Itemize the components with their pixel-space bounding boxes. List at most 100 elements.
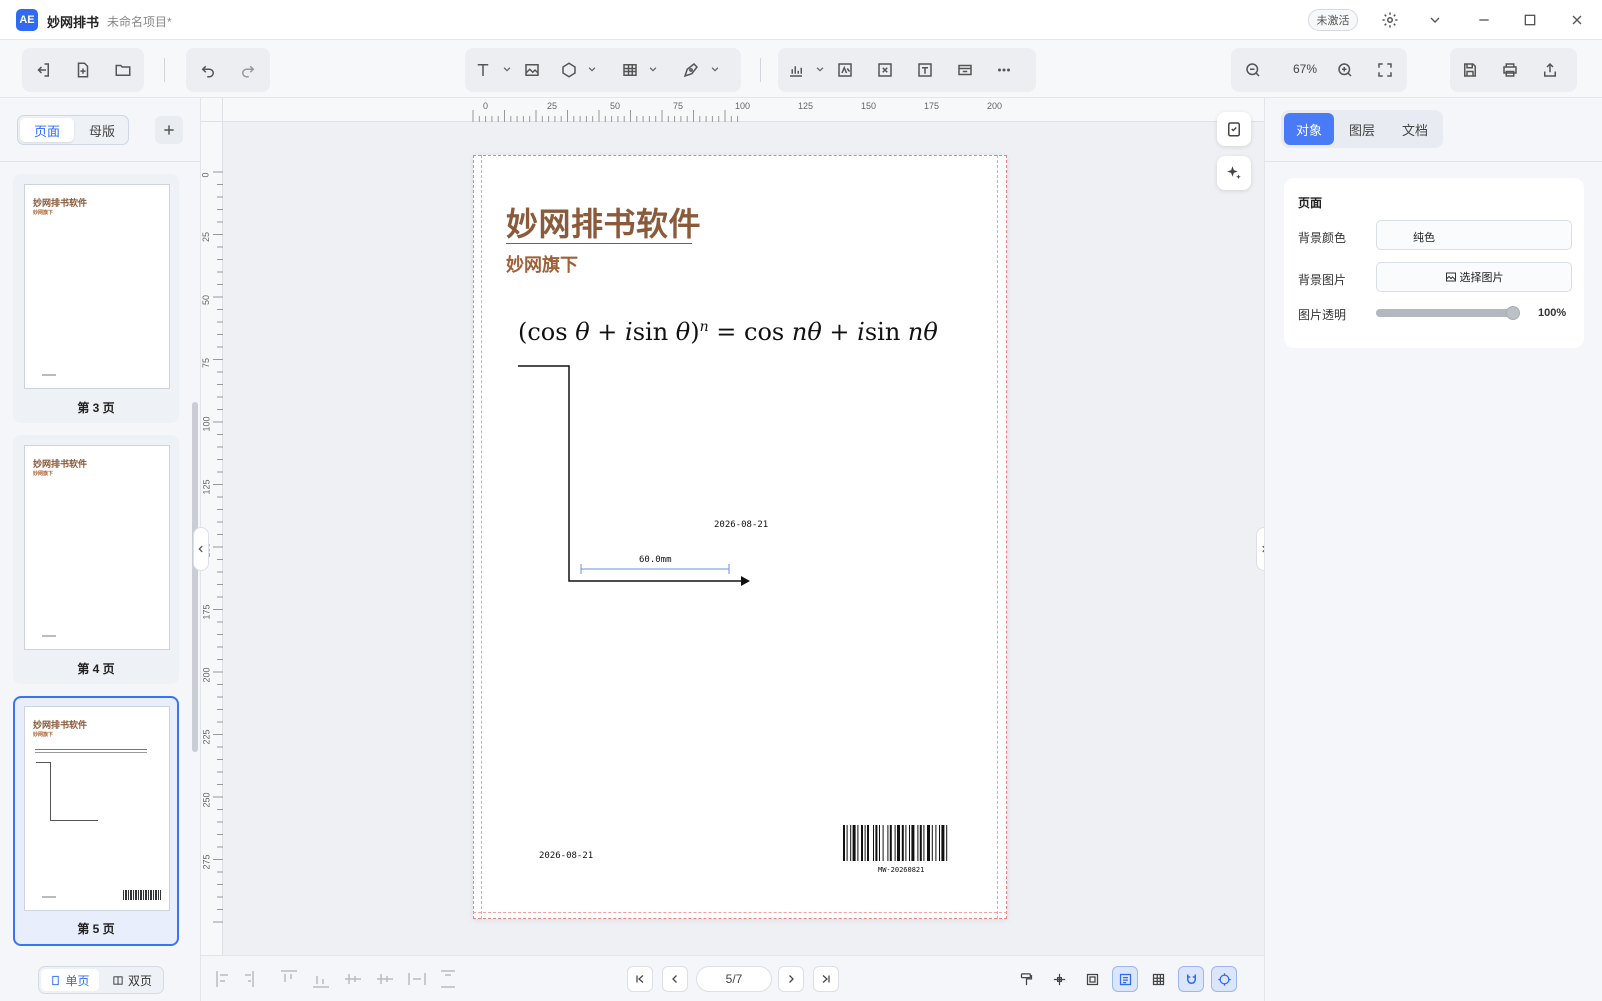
connector-line [518,365,741,582]
page-indicator[interactable]: 5/7 [696,966,772,992]
pen-tool-icon[interactable] [679,58,703,82]
choose-image-button[interactable]: 选择图片 [1376,262,1572,292]
tab-document-label: 文档 [1401,122,1428,138]
view-mode-toggle: 单页 双页 [38,966,164,994]
grid-toggle-button[interactable] [1145,966,1171,992]
page-thumbnail-4[interactable]: 妙网排书软件 妙网旗下 第 4 页 [13,435,179,684]
open-folder-icon[interactable] [111,58,135,82]
dimension-label: 60.0mm [639,555,672,565]
chevron-down-icon[interactable] [587,64,597,74]
chevron-down-icon[interactable] [815,64,825,74]
chart-tool-icon[interactable] [784,58,808,82]
more-icon[interactable] [992,58,1016,82]
section-title: 页面 [1298,196,1323,210]
thumbnail-arrow [50,820,98,821]
page-thumbnail-5[interactable]: 妙网排书软件 妙网旗下 第 5 页 [13,696,179,946]
bg-image-label: 背景图片 [1298,273,1347,287]
guides-toggle-button[interactable] [1112,966,1138,992]
zoom-level[interactable]: 67% [1285,62,1325,76]
check-document-button[interactable] [1217,112,1251,146]
first-page-button[interactable] [627,966,653,992]
grid-icon [1152,973,1164,985]
page-thumbnail-3[interactable]: 妙网排书软件 妙网旗下 第 3 页 [13,174,179,423]
single-page-button[interactable]: 单页 [41,969,99,991]
ruler-label: 100 [201,416,212,432]
plus-icon [164,125,174,135]
print-icon[interactable] [1498,58,1522,82]
textbox-tool-icon[interactable] [913,58,937,82]
chevron-down-icon[interactable] [1427,12,1443,28]
project-name: 未命名项目* [107,15,172,29]
prev-page-button[interactable] [662,966,688,992]
bg-color-select[interactable]: 纯色 [1376,220,1572,250]
barcode-bar [911,825,915,861]
pages-panel: 页面 母版 妙网排书软件 妙网旗下 第 3 页 妙网排书软件 妙网旗下 第 4 … [0,98,201,1001]
collapse-left-panel-button[interactable] [193,527,209,571]
document-page[interactable]: 妙网排书软件 妙网旗下 (cos θ + isin θ)n = cos nθ +… [473,155,1007,919]
settings-gear-icon[interactable] [1381,11,1399,29]
table-tool-icon[interactable] [618,58,642,82]
snap-button[interactable] [1046,966,1072,992]
image-tool-icon[interactable] [520,58,544,82]
redo-icon[interactable] [236,58,260,82]
selection-toggle-button[interactable] [1211,966,1237,992]
editing-canvas[interactable]: 0 25 50 75 100 125 150 175 200 0 25 50 7… [193,98,1272,955]
barcode-bar [857,825,859,861]
bleed-toggle-button[interactable] [1079,966,1105,992]
date-text-box[interactable]: 2026-08-21 [714,520,768,530]
image-icon [1445,272,1456,282]
ruler-label: 225 [201,729,212,745]
barcode-bar [905,825,907,861]
close-icon[interactable] [1569,12,1585,28]
formula-tool-icon[interactable] [833,58,857,82]
ruler-label: 175 [924,101,940,111]
tab-layers[interactable]: 图层 [1337,113,1387,145]
last-page-button[interactable] [813,966,839,992]
ruler-label: 75 [201,357,212,369]
variable-tool-icon[interactable] [873,58,897,82]
shape-tool-icon[interactable] [557,58,581,82]
ai-assistant-button[interactable] [1217,156,1251,190]
tab-document[interactable]: 文档 [1390,113,1440,145]
tab-object[interactable]: 对象 [1284,113,1334,145]
barcode-bar [931,825,933,861]
footer-date[interactable]: 2026-08-21 [539,851,593,861]
save-icon[interactable] [1458,58,1482,82]
chevron-down-icon[interactable] [502,64,512,74]
exit-icon[interactable] [31,58,55,82]
next-page-button[interactable] [778,966,804,992]
opacity-slider[interactable] [1376,306,1520,320]
maximize-icon[interactable] [1522,12,1538,28]
double-page-button[interactable]: 双页 [103,969,161,991]
add-page-button[interactable] [155,116,183,144]
sparkle-icon [1227,166,1241,179]
new-file-icon[interactable] [71,58,95,82]
minimize-icon[interactable] [1476,12,1492,28]
ruler-label: 175 [201,604,212,620]
objects-group [778,48,1036,92]
zoom-in-icon[interactable] [1333,58,1357,82]
undo-icon[interactable] [196,58,220,82]
text-tool-icon[interactable] [471,58,495,82]
tab-pages[interactable]: 页面 [20,118,74,142]
page-label: 第 5 页 [77,922,115,936]
thumbnail-subtitle: 妙网旗下 [33,732,54,738]
activation-badge[interactable]: 未激活 [1308,9,1358,31]
opacity-slider-thumb[interactable] [1506,306,1520,320]
export-icon[interactable] [1538,58,1562,82]
format-painter-button[interactable] [1013,966,1039,992]
barcode-bar [875,825,878,861]
tab-masters[interactable]: 母版 [76,118,128,142]
chevron-down-icon[interactable] [648,64,658,74]
chevron-down-icon[interactable] [710,64,720,74]
panel-scrollbar[interactable] [192,402,198,752]
fit-screen-icon[interactable] [1373,58,1397,82]
bg-color-value: 纯色 [1413,232,1435,244]
guides-icon [1119,973,1131,985]
bg-color-label: 背景颜色 [1298,231,1347,245]
zoom-out-icon[interactable] [1241,58,1265,82]
magnet-toggle-button[interactable] [1178,966,1204,992]
page-indicator-text: 5/7 [725,972,743,986]
frame-tool-icon[interactable] [953,58,977,82]
ruler-label: 50 [201,294,212,306]
